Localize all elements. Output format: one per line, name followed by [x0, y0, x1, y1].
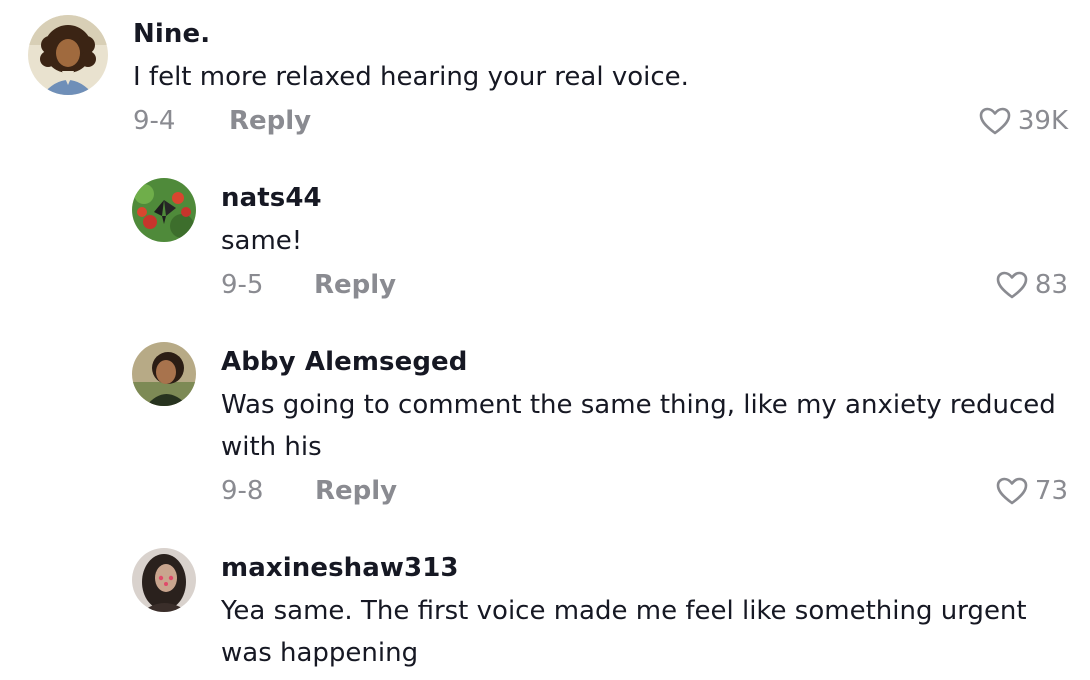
like-count: 39K [1017, 106, 1068, 136]
reply-button[interactable]: Reply [315, 476, 397, 506]
reply-button[interactable]: Reply [314, 270, 396, 300]
comment-text: same! [221, 226, 303, 256]
heart-icon [996, 271, 1028, 299]
comment-date: 9-4 [133, 106, 176, 136]
user-avatar[interactable] [132, 342, 196, 406]
comment-username[interactable]: maxineshaw313 [221, 553, 459, 583]
heart-icon [979, 107, 1011, 135]
comment-text: I felt more relaxed hearing your real vo… [133, 62, 689, 92]
reply-button[interactable]: Reply [229, 106, 311, 136]
comment-text: Was going to comment the same thing, lik… [221, 390, 1056, 462]
heart-icon [996, 477, 1028, 505]
comment-text: Yea same. The first voice made me feel l… [221, 596, 1027, 668]
comment-username[interactable]: Nine. [133, 19, 210, 49]
user-avatar[interactable] [132, 548, 196, 612]
comment-date: 9-5 [221, 270, 264, 300]
comment-username[interactable]: nats44 [221, 183, 322, 213]
user-avatar[interactable] [28, 15, 108, 95]
avatar-person-photo-icon [132, 548, 196, 612]
comment-date: 9-8 [221, 476, 264, 506]
like-button[interactable]: 83 [995, 270, 1068, 300]
like-count: 83 [1034, 270, 1068, 300]
comments-panel: Nine. I felt more relaxed hearing your r… [0, 0, 1090, 680]
like-button[interactable]: 73 [995, 476, 1068, 506]
like-count: 73 [1034, 476, 1068, 506]
like-button[interactable]: 39K [978, 106, 1068, 136]
avatar-butterfly-photo-icon [132, 178, 196, 242]
user-avatar[interactable] [132, 178, 196, 242]
avatar-person-photo-icon [132, 342, 196, 406]
comment-username[interactable]: Abby Alemseged [221, 347, 467, 377]
avatar-illustrated-person-icon [28, 15, 108, 95]
